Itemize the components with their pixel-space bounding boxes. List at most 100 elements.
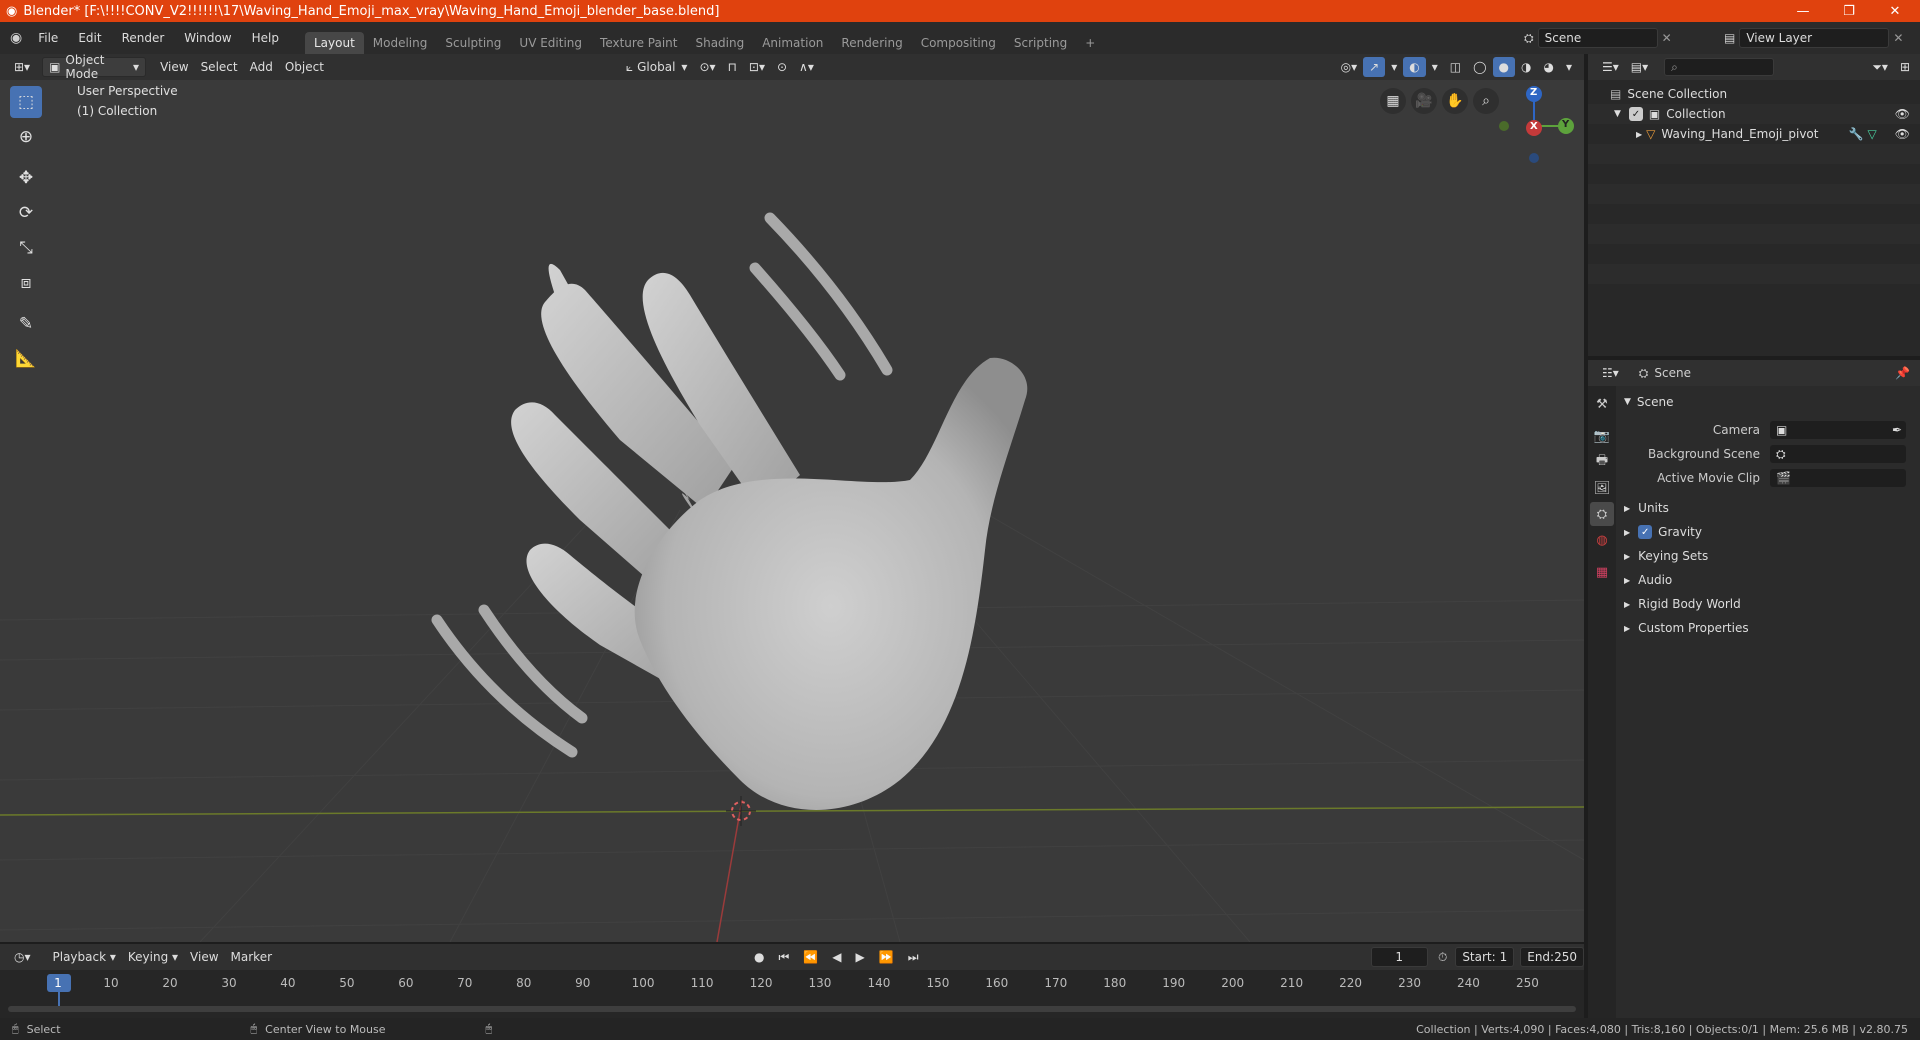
- menu-playback[interactable]: Playback ▾: [47, 947, 122, 967]
- move-tool[interactable]: ✥: [10, 162, 42, 194]
- overlay-dropdown-icon[interactable]: ▾: [1426, 57, 1444, 77]
- current-frame-field[interactable]: 1: [1370, 947, 1428, 967]
- mode-dropdown[interactable]: ▣ Object Mode ▾: [42, 53, 147, 81]
- eyedropper-icon[interactable]: ✒: [1892, 423, 1902, 437]
- tab-uv-editing[interactable]: UV Editing: [510, 32, 591, 54]
- preview-range-clock-icon[interactable]: ⏱: [1438, 950, 1447, 965]
- prev-keyframe-icon[interactable]: ⏪: [797, 947, 824, 967]
- snap-icon[interactable]: ⊓: [722, 57, 743, 77]
- world-tab-icon[interactable]: ◍: [1590, 528, 1614, 552]
- properties-editor-type-icon[interactable]: ☷▾: [1596, 363, 1625, 383]
- snap-target-icon[interactable]: ⊡▾: [743, 57, 771, 77]
- add-workspace-button[interactable]: +: [1076, 32, 1104, 54]
- mesh-data-icon[interactable]: ▽: [1868, 127, 1877, 141]
- menu-marker[interactable]: Marker: [225, 947, 278, 967]
- jump-start-icon[interactable]: ⏮: [773, 947, 796, 967]
- modifier-wrench-icon[interactable]: 🔧: [1849, 127, 1864, 141]
- expand-arrow-icon[interactable]: ▼: [1614, 109, 1621, 119]
- tab-shading[interactable]: Shading: [686, 32, 753, 54]
- texture-tab-icon[interactable]: ▦: [1590, 560, 1614, 584]
- tab-layout[interactable]: Layout: [304, 32, 364, 54]
- minimize-button[interactable]: —: [1780, 0, 1826, 22]
- scene-section-header[interactable]: ▼ Scene: [1620, 390, 1916, 414]
- menu-object[interactable]: Object: [279, 57, 330, 77]
- expand-arrow-icon[interactable]: ▶: [1636, 130, 1642, 139]
- 3d-viewport[interactable]: Z Y X User Perspective (1) Collection ⬚ …: [0, 80, 1584, 942]
- tab-scripting[interactable]: Scripting: [1005, 32, 1076, 54]
- scene-selector-icon[interactable]: ⛭: [1524, 31, 1534, 46]
- editor-type-icon[interactable]: ⊞▾: [8, 57, 36, 77]
- collection-checkbox[interactable]: ✓: [1628, 107, 1643, 121]
- close-button[interactable]: ✕: [1872, 0, 1918, 22]
- visibility-icon[interactable]: ◎▾: [1335, 57, 1364, 77]
- pin-icon[interactable]: 📌: [1895, 366, 1910, 380]
- output-tab-icon[interactable]: 🖶: [1590, 450, 1614, 474]
- render-tab-icon[interactable]: 📷: [1590, 424, 1614, 448]
- menu-keying[interactable]: Keying ▾: [122, 947, 184, 967]
- outliner-row-scene-collection[interactable]: ▤ Scene Collection: [1588, 84, 1920, 104]
- rendered-shading-icon[interactable]: ◕: [1537, 57, 1559, 77]
- section-custom-properties[interactable]: ▶ Custom Properties: [1620, 616, 1916, 640]
- pan-view-icon[interactable]: ✋: [1442, 88, 1468, 114]
- scene-close-icon[interactable]: ✕: [1662, 31, 1672, 45]
- play-icon[interactable]: ▶: [850, 947, 871, 967]
- menu-window[interactable]: Window: [174, 31, 241, 45]
- tab-animation[interactable]: Animation: [753, 32, 832, 54]
- new-collection-icon[interactable]: ⊞: [1894, 57, 1916, 77]
- eye-icon[interactable]: 👁: [1895, 127, 1910, 141]
- menu-add[interactable]: Add: [244, 57, 279, 77]
- zoom-view-icon[interactable]: ⌕: [1473, 88, 1499, 114]
- tool-tab-icon[interactable]: ⚒: [1590, 392, 1614, 416]
- menu-help[interactable]: Help: [242, 31, 289, 45]
- timeline-scrollbar[interactable]: [8, 1006, 1576, 1012]
- background-scene-field[interactable]: ⛭: [1770, 445, 1906, 463]
- view-layer-tab-icon[interactable]: 🖼: [1590, 476, 1614, 500]
- transform-tool[interactable]: ⧈: [10, 267, 42, 299]
- toggle-perspective-icon[interactable]: ▦: [1380, 88, 1406, 114]
- menu-select[interactable]: Select: [195, 57, 244, 77]
- timeline-editor-type-icon[interactable]: ◷▾: [8, 947, 37, 967]
- view-layer-icon[interactable]: ▤: [1724, 31, 1735, 45]
- scale-tool[interactable]: ⤡: [10, 232, 42, 264]
- timeline-track[interactable]: 1 10 20 30 40 50 60 70 80 90 100 110 120 130 140 150 160…: [0, 970, 1584, 1018]
- blender-menu-icon[interactable]: ◉: [10, 30, 22, 46]
- cursor-tool[interactable]: ⊕: [10, 121, 42, 153]
- play-reverse-icon[interactable]: ◀: [826, 947, 847, 967]
- tab-rendering[interactable]: Rendering: [832, 32, 911, 54]
- gizmo-neg-y[interactable]: [1499, 121, 1509, 131]
- display-mode-icon[interactable]: ▤▾: [1625, 57, 1654, 77]
- tab-compositing[interactable]: Compositing: [912, 32, 1005, 54]
- section-units[interactable]: ▶ Units: [1620, 496, 1916, 520]
- gravity-checkbox[interactable]: ✓: [1638, 525, 1653, 539]
- xray-icon[interactable]: ◫: [1444, 57, 1467, 77]
- menu-edit[interactable]: Edit: [68, 31, 111, 45]
- orientation-dropdown[interactable]: ⟀ Global ▾: [620, 57, 694, 77]
- menu-view[interactable]: View: [154, 57, 194, 77]
- proportional-edit-icon[interactable]: ⊙: [771, 57, 793, 77]
- scene-field[interactable]: Scene: [1537, 28, 1658, 48]
- menu-render[interactable]: Render: [112, 31, 175, 45]
- tab-modeling[interactable]: Modeling: [364, 32, 437, 54]
- material-shading-icon[interactable]: ◑: [1515, 57, 1537, 77]
- outliner-editor-type-icon[interactable]: ☰▾: [1596, 57, 1625, 77]
- solid-shading-icon[interactable]: ●: [1492, 57, 1515, 77]
- section-gravity[interactable]: ▶ ✓ Gravity: [1620, 520, 1916, 544]
- tab-sculpting[interactable]: Sculpting: [436, 32, 510, 54]
- overlay-toggle-icon[interactable]: ◐: [1403, 57, 1426, 77]
- menu-file[interactable]: File: [28, 31, 68, 45]
- restore-button[interactable]: ❐: [1826, 0, 1872, 22]
- rotate-tool[interactable]: ⟳: [10, 197, 42, 229]
- falloff-icon[interactable]: ∧▾: [793, 57, 820, 77]
- select-box-tool[interactable]: ⬚: [10, 86, 42, 118]
- wireframe-shading-icon[interactable]: ◯: [1467, 57, 1492, 77]
- tab-texture-paint[interactable]: Texture Paint: [591, 32, 686, 54]
- annotate-tool[interactable]: ✎: [10, 308, 42, 340]
- menu-view-timeline[interactable]: View: [184, 947, 224, 967]
- outliner-search-input[interactable]: ⌕: [1664, 58, 1775, 76]
- camera-view-icon[interactable]: 🎥: [1411, 88, 1437, 114]
- camera-field[interactable]: ▣ ✒: [1770, 421, 1906, 439]
- scene-tab-icon[interactable]: ⛭: [1590, 502, 1614, 526]
- next-keyframe-icon[interactable]: ⏩: [873, 947, 900, 967]
- jump-end-icon[interactable]: ⏭: [902, 947, 925, 967]
- gizmo-neg-z[interactable]: [1529, 153, 1539, 163]
